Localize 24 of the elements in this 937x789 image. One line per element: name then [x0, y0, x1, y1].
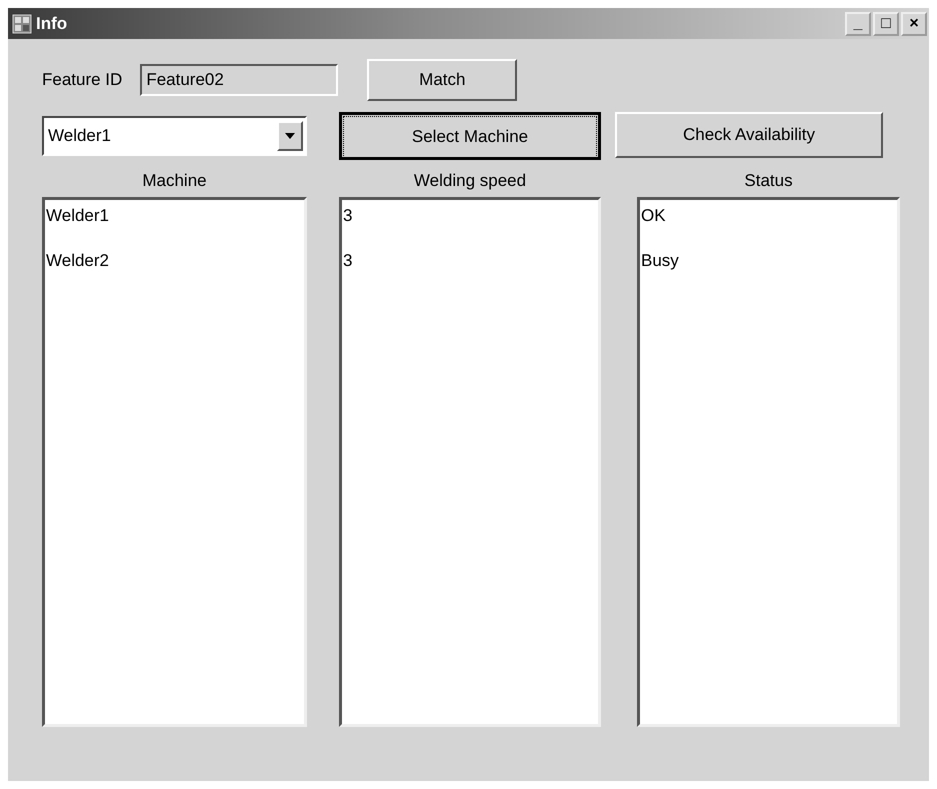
window-title: Info	[36, 14, 68, 34]
list-box[interactable]: 3 3	[339, 197, 601, 727]
close-button[interactable]: ×	[901, 12, 927, 36]
list-box[interactable]: OK Busy	[637, 197, 900, 727]
machine-dropdown[interactable]: Welder1	[42, 116, 307, 156]
button[interactable]: Check Availability	[615, 112, 883, 158]
button[interactable]: Select Machine	[339, 112, 601, 160]
list-box[interactable]: Welder1 Welder2	[42, 197, 307, 727]
column-header: Machine	[141, 171, 208, 192]
list-item[interactable]: Busy	[641, 251, 897, 296]
dropdown-arrow-icon	[285, 133, 295, 139]
column-header: Welding speed	[412, 171, 528, 192]
column-header: Status	[743, 171, 794, 192]
button[interactable]: Match	[367, 59, 518, 101]
list-item[interactable]: Welder2	[46, 251, 304, 296]
feature-id-field[interactable]: Feature02	[140, 64, 338, 96]
maximize-button[interactable]: □	[873, 12, 899, 36]
window-grid-icon	[12, 14, 32, 34]
list-item[interactable]: 3	[343, 251, 598, 296]
field-label: Feature ID	[42, 70, 122, 90]
list-item[interactable]: Welder1	[46, 206, 304, 251]
minimize-button[interactable]: _	[845, 12, 871, 36]
list-item[interactable]: 3	[343, 206, 598, 251]
list-item[interactable]: OK	[641, 206, 897, 251]
